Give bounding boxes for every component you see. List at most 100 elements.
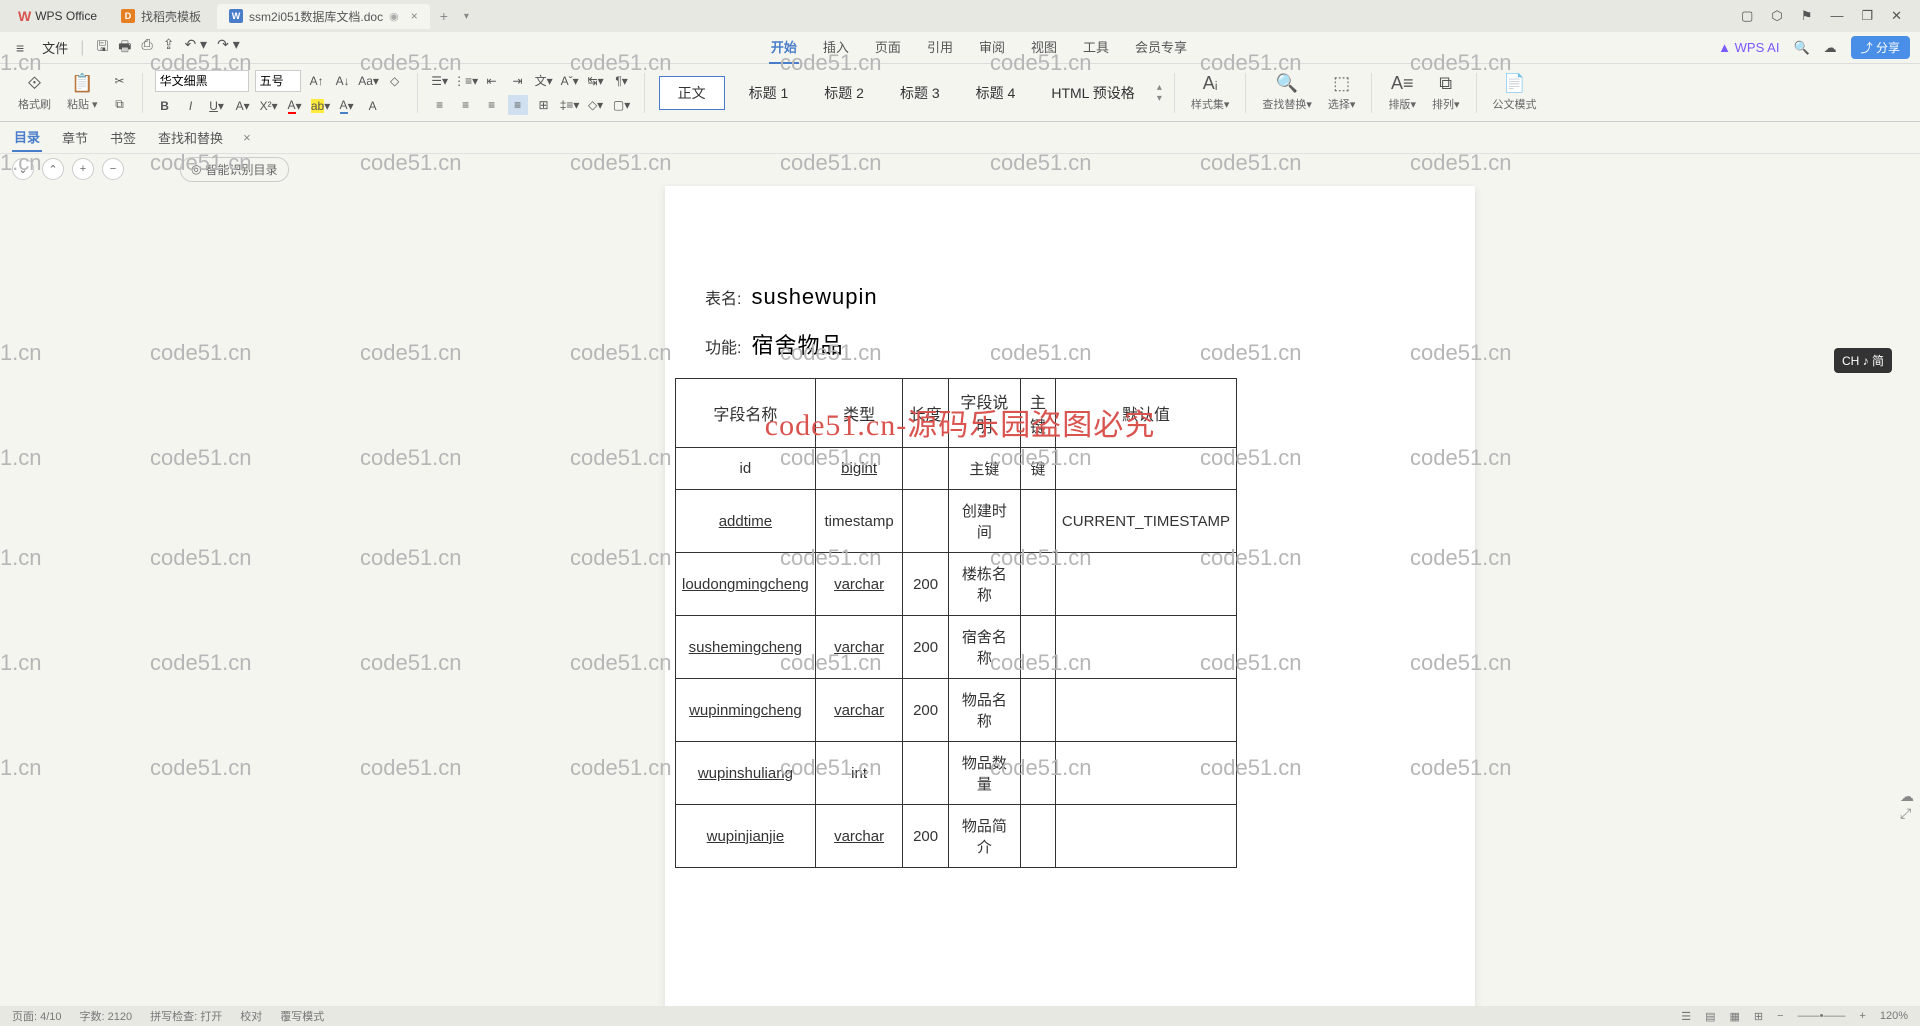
minimize-button[interactable]: — bbox=[1830, 8, 1843, 24]
align-justify-icon[interactable]: ≡ bbox=[508, 95, 528, 115]
zoom-slider[interactable]: ——•—— bbox=[1798, 1010, 1846, 1022]
print-preview-icon[interactable]: ⎙ bbox=[142, 36, 153, 60]
text-direction-icon[interactable]: 文▾ bbox=[534, 71, 554, 91]
select-button[interactable]: ⬚ 选择▾ bbox=[1324, 73, 1360, 112]
hamburger-icon[interactable]: ≡ bbox=[10, 38, 30, 58]
close-button[interactable]: ✕ bbox=[1891, 8, 1902, 24]
status-words[interactable]: 字数: 2120 bbox=[80, 1008, 133, 1024]
tab-insert[interactable]: 插入 bbox=[821, 31, 851, 64]
view-web-icon[interactable]: ▦ bbox=[1730, 1010, 1740, 1023]
tab-tools[interactable]: 工具 bbox=[1081, 31, 1111, 64]
close-icon[interactable]: × bbox=[411, 9, 418, 23]
distribute-icon[interactable]: ⊞ bbox=[534, 95, 554, 115]
nav-find-replace[interactable]: 查找和替换 bbox=[156, 124, 225, 151]
font-color-icon[interactable]: A▾ bbox=[285, 96, 305, 116]
print-icon[interactable]: 🖶 bbox=[118, 36, 131, 60]
cut-icon[interactable]: ✂ bbox=[110, 71, 130, 91]
zoom-out-icon[interactable]: − bbox=[1777, 1010, 1783, 1022]
style-set-button[interactable]: Aᵢ 样式集▾ bbox=[1187, 73, 1234, 112]
tab-reference[interactable]: 引用 bbox=[925, 31, 955, 64]
view-print-icon[interactable]: ▤ bbox=[1705, 1010, 1715, 1023]
remove-icon[interactable]: − bbox=[102, 158, 124, 180]
tab-pin-icon[interactable]: ◉ bbox=[389, 10, 399, 23]
outdent-icon[interactable]: ⇤ bbox=[482, 71, 502, 91]
show-marks-icon[interactable]: ¶▾ bbox=[612, 71, 632, 91]
format-painter-button[interactable]: ⟐ 格式刷 bbox=[14, 73, 55, 112]
borders-icon[interactable]: ▢▾ bbox=[612, 95, 632, 115]
nav-close-icon[interactable]: × bbox=[243, 130, 251, 145]
align-center-icon[interactable]: ≡ bbox=[456, 95, 476, 115]
cube-icon[interactable]: ⬡ bbox=[1771, 8, 1782, 24]
status-page[interactable]: 页面: 4/10 bbox=[12, 1008, 62, 1024]
search-icon[interactable]: 🔍 bbox=[1793, 40, 1809, 56]
style-body[interactable]: 正文 bbox=[659, 76, 725, 110]
tab-view[interactable]: 视图 bbox=[1029, 31, 1059, 64]
smart-toc-button[interactable]: ◎ 智能识别目录 bbox=[180, 157, 289, 182]
char-border-icon[interactable]: A bbox=[363, 96, 383, 116]
style-scroll-icon[interactable]: ▴▾ bbox=[1157, 82, 1162, 104]
highlight-icon[interactable]: ab▾ bbox=[311, 96, 331, 116]
side-cloud-icon[interactable]: ☁⤢ bbox=[1900, 788, 1914, 822]
style-h4[interactable]: 标题 4 bbox=[962, 77, 1030, 109]
line-spacing-icon[interactable]: ‡≡▾ bbox=[560, 95, 580, 115]
grow-font-icon[interactable]: A↑ bbox=[307, 71, 327, 91]
number-list-icon[interactable]: ⋮≡▾ bbox=[456, 71, 476, 91]
strikethrough-icon[interactable]: A▾ bbox=[233, 96, 253, 116]
tab-review[interactable]: 审阅 bbox=[977, 31, 1007, 64]
status-proofing[interactable]: 校对 bbox=[240, 1008, 262, 1024]
font-name-select[interactable] bbox=[155, 70, 249, 92]
file-menu[interactable]: 文件 bbox=[34, 34, 76, 61]
zoom-value[interactable]: 120% bbox=[1880, 1010, 1908, 1022]
tab-member[interactable]: 会员专享 bbox=[1133, 31, 1189, 64]
sort-icon[interactable]: Aˇ▾ bbox=[560, 71, 580, 91]
output-icon[interactable]: ⇪ bbox=[163, 36, 175, 60]
maximize-button[interactable]: ❐ bbox=[1861, 8, 1873, 24]
wps-ai-button[interactable]: ▲ WPS AI bbox=[1718, 40, 1779, 55]
view-outline-icon[interactable]: ⊞ bbox=[1754, 1010, 1763, 1023]
style-h2[interactable]: 标题 2 bbox=[810, 77, 878, 109]
shrink-font-icon[interactable]: A↓ bbox=[333, 71, 353, 91]
zoom-in-icon[interactable]: + bbox=[1859, 1010, 1865, 1022]
tab-home[interactable]: 开始 bbox=[769, 31, 799, 64]
tab-templates[interactable]: D 找稻壳模板 bbox=[109, 4, 213, 29]
nav-toc[interactable]: 目录 bbox=[12, 123, 42, 152]
view-mode-icon[interactable]: ☰ bbox=[1681, 1010, 1691, 1023]
window-layout-icon[interactable]: ▢ bbox=[1741, 8, 1753, 24]
gov-mode-button[interactable]: 📄 公文模式 bbox=[1489, 73, 1541, 112]
superscript-icon[interactable]: X²▾ bbox=[259, 96, 279, 116]
align-left-icon[interactable]: ≡ bbox=[430, 95, 450, 115]
tab-document-active[interactable]: W ssm2i051数据库文档.doc ◉ × bbox=[217, 4, 430, 29]
align-right-icon[interactable]: ≡ bbox=[482, 95, 502, 115]
collapse-up-icon[interactable]: ⌃ bbox=[42, 158, 64, 180]
style-h1[interactable]: 标题 1 bbox=[735, 77, 803, 109]
style-h3[interactable]: 标题 3 bbox=[886, 77, 954, 109]
new-tab-button[interactable]: + bbox=[432, 4, 456, 28]
paste-button[interactable]: 📋 粘贴 ▾ bbox=[63, 73, 102, 112]
change-case-icon[interactable]: Aa▾ bbox=[359, 71, 379, 91]
bold-icon[interactable]: B bbox=[155, 96, 175, 116]
find-replace-button[interactable]: 🔍 查找替换▾ bbox=[1258, 73, 1316, 112]
document-page[interactable]: 表名: sushewupin 功能: 宿舍物品 字段名称 类型 长度 字段说明 … bbox=[665, 186, 1475, 1006]
undo-icon[interactable]: ↶ ▾ bbox=[184, 36, 207, 60]
copy-icon[interactable]: ⧉ bbox=[110, 95, 130, 115]
arrange-h-button[interactable]: ⧉ 排列▾ bbox=[1428, 73, 1464, 112]
status-spellcheck[interactable]: 拼写检查: 打开 bbox=[150, 1008, 222, 1024]
flag-icon[interactable]: ⚑ bbox=[1801, 8, 1813, 24]
shading-icon[interactable]: A▾ bbox=[337, 96, 357, 116]
style-html[interactable]: HTML 预设格 bbox=[1037, 77, 1148, 109]
bullet-list-icon[interactable]: ☰▾ bbox=[430, 71, 450, 91]
nav-chapter[interactable]: 章节 bbox=[60, 124, 90, 151]
para-shading-icon[interactable]: ◇▾ bbox=[586, 95, 606, 115]
underline-icon[interactable]: U▾ bbox=[207, 96, 227, 116]
cloud-icon[interactable]: ☁ bbox=[1824, 40, 1837, 56]
ime-indicator[interactable]: CH ♪ 简 bbox=[1834, 348, 1892, 373]
db-table[interactable]: 字段名称 类型 长度 字段说明 主键 默认值 id bigint 主键 键 ad… bbox=[675, 378, 1237, 868]
save-icon[interactable]: 🖫 bbox=[96, 36, 108, 60]
page-scroll[interactable]: 表名: sushewupin 功能: 宿舍物品 字段名称 类型 长度 字段说明 … bbox=[220, 184, 1920, 1006]
share-button[interactable]: ⤴ 分享 bbox=[1851, 36, 1910, 59]
nav-bookmark[interactable]: 书签 bbox=[108, 124, 138, 151]
redo-icon[interactable]: ↷ ▾ bbox=[217, 36, 240, 60]
tabs-icon[interactable]: ↹▾ bbox=[586, 71, 606, 91]
tab-page[interactable]: 页面 bbox=[873, 31, 903, 64]
indent-icon[interactable]: ⇥ bbox=[508, 71, 528, 91]
